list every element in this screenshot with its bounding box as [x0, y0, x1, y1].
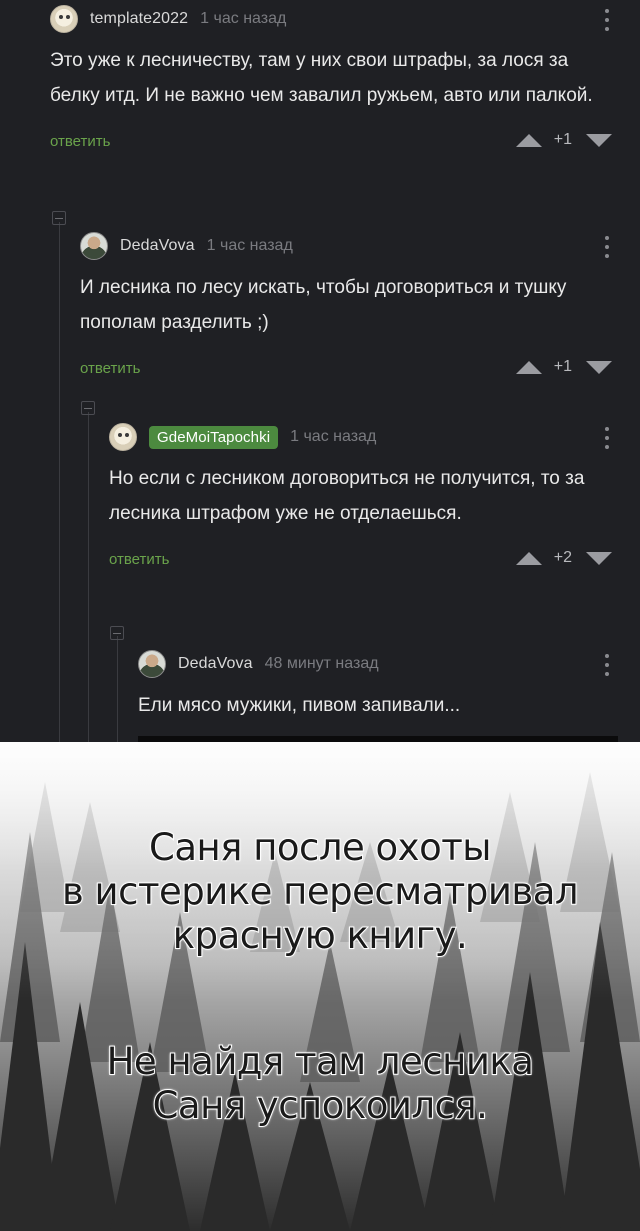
user-avatar-icon[interactable]	[50, 5, 78, 33]
vote-control: +2	[515, 549, 612, 567]
vote-control: +1	[515, 131, 612, 149]
comment-header: template2022 1 час назад	[50, 3, 610, 35]
comment-time: 1 час назад	[290, 428, 377, 445]
comment-time: 1 час назад	[206, 237, 293, 254]
comment: GdeMoiTapochki 1 час назад Но если с лес…	[109, 421, 612, 575]
comment-footer: ответить +1	[50, 129, 612, 157]
comment: DedaVova 1 час назад И лесника по лесу и…	[80, 230, 612, 384]
triangle-up-icon[interactable]	[515, 133, 542, 147]
comment-header: DedaVova 48 минут назад	[138, 648, 610, 680]
triangle-down-icon[interactable]	[586, 551, 612, 565]
triangle-up-icon[interactable]	[515, 360, 542, 374]
user-avatar-icon[interactable]	[138, 650, 166, 678]
comment-footer: ответить +1	[80, 356, 612, 384]
vote-score: +2	[553, 549, 572, 566]
vote-control: +1	[515, 358, 612, 376]
comment-time: 48 минут назад	[264, 655, 379, 672]
collapse-thread-icon[interactable]	[52, 211, 66, 225]
meme-caption-top: Саня после охоты в истерике пересматрива…	[0, 825, 640, 958]
more-vertical-icon[interactable]	[604, 654, 610, 676]
caption-line: Саня успокоился.	[152, 1083, 489, 1128]
meme-image: Саня после охоты в истерике пересматрива…	[0, 742, 640, 1231]
username[interactable]: DedaVova	[120, 237, 195, 255]
vote-score: +1	[553, 131, 572, 148]
comment-footer: ответить +2	[109, 547, 612, 575]
thread-line	[59, 222, 60, 742]
reply-link[interactable]: ответить	[50, 133, 110, 150]
comment-text: И лесника по лесу искать, чтобы договори…	[80, 277, 567, 333]
comment-header: GdeMoiTapochki 1 час назад	[109, 421, 610, 453]
user-avatar-icon[interactable]	[109, 423, 137, 451]
comment-time: 1 час назад	[200, 10, 287, 27]
user-avatar-icon[interactable]	[80, 232, 108, 260]
comment-text: Ели мясо мужики, пивом запивали...	[138, 695, 461, 716]
more-vertical-icon[interactable]	[604, 9, 610, 31]
comment-header: DedaVova 1 час назад	[80, 230, 610, 262]
username[interactable]: template2022	[90, 10, 188, 28]
more-vertical-icon[interactable]	[604, 427, 610, 449]
reply-link[interactable]: ответить	[109, 551, 169, 568]
caption-line: Саня после охоты	[148, 825, 493, 870]
comment-text: Это уже к лесничеству, там у них свои шт…	[50, 50, 593, 106]
comment: template2022 1 час назад Это уже к лесни…	[50, 3, 612, 157]
meme-caption-bottom: Не найдя там лесника Саня успокоился.	[0, 1039, 640, 1128]
triangle-down-icon[interactable]	[586, 133, 612, 147]
username[interactable]: DedaVova	[178, 655, 253, 673]
caption-line: в истерике пересматривал	[61, 869, 580, 914]
comment-thread: template2022 1 час назад Это уже к лесни…	[0, 0, 640, 742]
triangle-down-icon[interactable]	[586, 360, 612, 374]
thread-line	[117, 636, 118, 742]
username[interactable]: GdeMoiTapochki	[149, 425, 279, 449]
vote-score: +1	[553, 358, 572, 375]
more-vertical-icon[interactable]	[604, 236, 610, 258]
collapse-thread-icon[interactable]	[81, 401, 95, 415]
triangle-up-icon[interactable]	[515, 551, 542, 565]
thread-line	[88, 412, 89, 742]
reply-link[interactable]: ответить	[80, 360, 140, 377]
caption-line: Не найдя там лесника	[106, 1039, 535, 1084]
caption-line: красную книгу.	[172, 913, 469, 958]
forest-background	[0, 742, 640, 1231]
collapse-thread-icon[interactable]	[110, 626, 124, 640]
comment: DedaVova 48 минут назад Ели мясо мужики,…	[138, 648, 610, 723]
comment-text: Но если с лесником договориться не получ…	[109, 468, 585, 524]
